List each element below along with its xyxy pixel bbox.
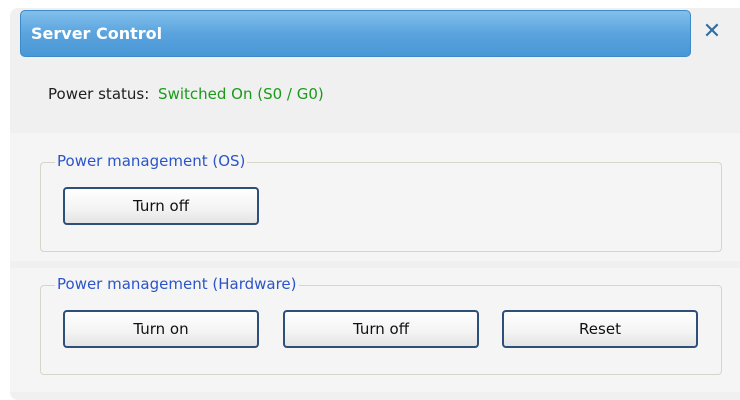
power-status-line: Power status: Switched On (S0 / G0) — [48, 85, 324, 103]
dialog-title-bar: Server Control — [20, 10, 691, 57]
hw-reset-button[interactable]: Reset — [502, 310, 698, 348]
hw-turn-off-button[interactable]: Turn off — [283, 310, 479, 348]
hw-power-group-legend: Power management (Hardware) — [55, 275, 299, 293]
power-status-value: Switched On (S0 / G0) — [158, 85, 324, 103]
os-turn-off-button[interactable]: Turn off — [63, 187, 259, 225]
dialog-title: Server Control — [31, 24, 163, 43]
hw-turn-on-button[interactable]: Turn on — [63, 310, 259, 348]
power-status-label: Power status: — [48, 85, 150, 103]
os-power-group: Power management (OS) Turn off — [40, 152, 722, 252]
hw-power-group: Power management (Hardware) Turn on Turn… — [40, 275, 722, 375]
close-icon[interactable]: ✕ — [700, 20, 724, 44]
os-power-group-legend: Power management (OS) — [55, 152, 248, 170]
